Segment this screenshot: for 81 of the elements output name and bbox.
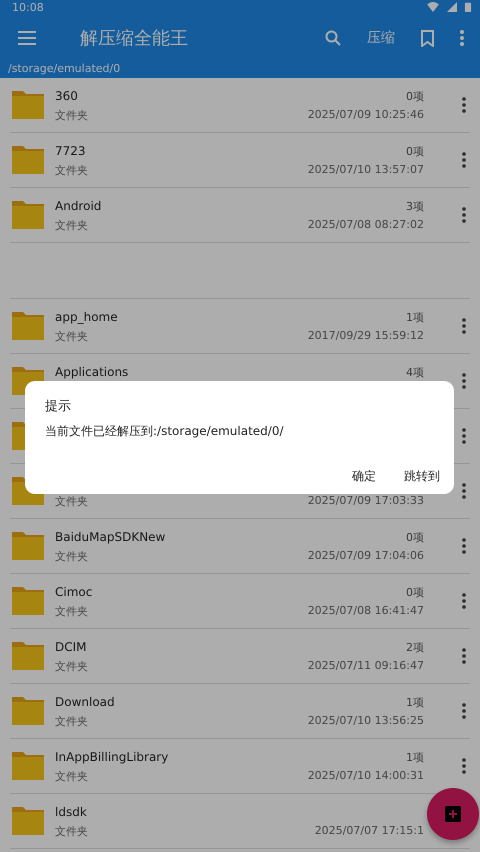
more-icon[interactable] [462, 373, 466, 389]
modified-date: 2025/07/08 16:41:47 [308, 604, 424, 618]
folder-name: 7723 [55, 144, 87, 158]
folder-type: 文件夹 [55, 108, 89, 122]
plus-icon [445, 806, 461, 822]
bookmark-icon[interactable] [421, 30, 434, 46]
app-title: 解压缩全能王 [80, 27, 188, 50]
modified-date: 2025/07/09 17:04:06 [308, 548, 424, 562]
more-icon[interactable] [462, 703, 466, 719]
folder-type: 文件夹 [55, 218, 89, 232]
dialog-title: 提示 [45, 398, 72, 415]
item-count: 1项 [406, 310, 424, 324]
modified-date: 2025/07/10 13:56:25 [308, 714, 424, 728]
more-icon[interactable] [460, 30, 464, 46]
folder-icon [12, 312, 44, 340]
item-count: 0项 [406, 584, 424, 600]
folder-type: 文件夹 [55, 494, 89, 508]
item-count: 0项 [406, 144, 424, 158]
folder-type: 文件夹 [55, 824, 89, 838]
folder-icon [12, 642, 44, 670]
item-count: 2项 [406, 640, 424, 654]
folder-name: Cimoc [55, 584, 94, 600]
modified-date: 2025/07/10 14:00:31 [308, 768, 424, 782]
folder-name: 360 [55, 88, 79, 104]
dialog-button[interactable]: 确定 [352, 468, 376, 485]
menu-icon[interactable] [18, 31, 36, 45]
item-count: 3项 [406, 198, 424, 214]
modified-date: 2025/07/10 13:57:07 [308, 162, 424, 176]
status-time: 10:08 [12, 0, 44, 14]
modified-date: 2017/09/29 15:59:12 [308, 328, 424, 342]
folder-name: ldsdk [55, 804, 88, 820]
add-button[interactable] [427, 788, 479, 840]
battery-icon [464, 2, 472, 12]
modified-date: 2025/07/09 17:03:33 [308, 494, 424, 508]
dialog-button[interactable]: 跳转到 [404, 468, 440, 485]
more-icon[interactable] [462, 538, 466, 554]
search-icon[interactable] [325, 30, 341, 46]
more-icon[interactable] [462, 428, 466, 444]
folder-icon [12, 201, 44, 229]
folder-type: 文件夹 [55, 768, 89, 782]
folder-name: BaiduMapSDKNew [55, 530, 166, 544]
folder-icon [12, 91, 44, 119]
dialog-message: 当前文件已经解压到:/storage/emulated/0/ [45, 423, 285, 440]
folder-icon [12, 146, 44, 174]
modified-date: 2025/07/09 10:25:46 [308, 108, 424, 122]
more-icon[interactable] [462, 318, 466, 334]
folder-icon [12, 697, 44, 725]
more-icon[interactable] [462, 758, 466, 774]
folder-type: 文件夹 [55, 658, 89, 672]
folder-icon [12, 587, 44, 615]
folder-name: Download [55, 694, 116, 710]
more-icon[interactable] [462, 97, 466, 113]
folder-icon [12, 807, 44, 835]
folder-type: 文件夹 [55, 162, 89, 176]
folder-name: DCIM [55, 640, 88, 654]
folder-type: 文件夹 [55, 604, 89, 618]
more-icon[interactable] [462, 152, 466, 168]
item-count: 0项 [406, 530, 424, 544]
item-count: 1项 [406, 750, 424, 764]
folder-icon [12, 752, 44, 780]
folder-type: 文件夹 [55, 328, 89, 342]
item-count: 4项 [406, 364, 424, 380]
folder-name: Applications [55, 364, 130, 380]
more-icon[interactable] [462, 207, 466, 223]
signal-icon [446, 2, 458, 12]
folder-icon [12, 532, 44, 560]
folder-type: 文件夹 [55, 714, 89, 728]
item-count: 0项 [406, 88, 424, 104]
path-text: /storage/emulated/0 [7, 62, 122, 76]
more-icon[interactable] [462, 648, 466, 664]
more-icon[interactable] [462, 593, 466, 609]
modified-date: 2025/07/11 09:16:47 [308, 658, 424, 672]
folder-name: Android [55, 198, 102, 214]
folder-name: app_home [55, 310, 119, 324]
wifi-icon [426, 2, 440, 12]
item-count: 1项 [406, 694, 424, 710]
folder-type: 文件夹 [55, 548, 89, 562]
modified-date: 2025/07/07 17:15:1 [314, 824, 424, 838]
modified-date: 2025/07/08 08:27:02 [308, 218, 424, 232]
more-icon[interactable] [462, 483, 466, 499]
folder-name: InAppBillingLibrary [55, 750, 170, 764]
